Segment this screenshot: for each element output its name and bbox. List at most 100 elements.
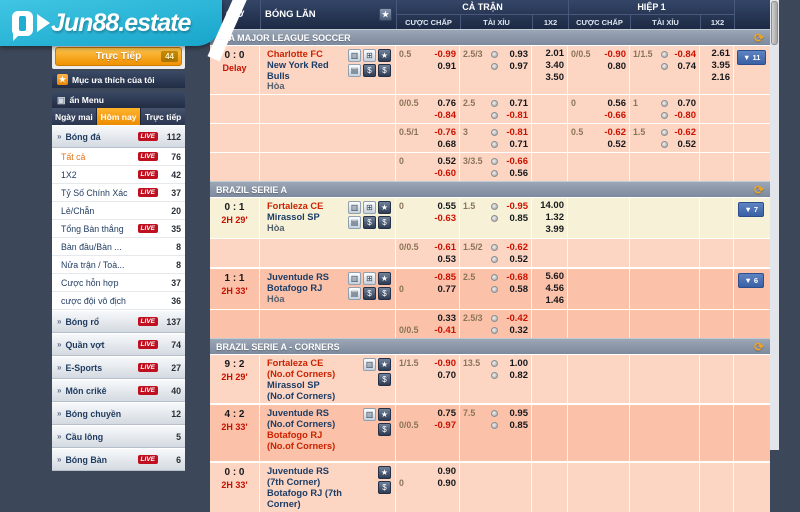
odds-value[interactable]: -0.81 [506,127,528,138]
odds-value[interactable]: 0.76 [438,98,457,109]
odds-value[interactable]: -0.60 [434,168,456,179]
star-icon[interactable]: ★ [378,358,391,372]
refresh-icon[interactable]: ⟳ [754,184,764,196]
odds-value[interactable]: -0.41 [434,325,456,336]
tab-hôm-nay[interactable]: Hôm nay [96,108,142,125]
odds-value[interactable]: -0.66 [506,156,528,167]
chart-icon[interactable]: ▤ [348,216,361,230]
sidebar-item[interactable]: cược đội vô địch 36 [52,292,185,310]
odds-value[interactable]: 0.71 [510,139,529,150]
star-icon[interactable]: ★ [378,466,391,480]
sidebar-item[interactable]: Bàn đầu/Bàn ... 8 [52,238,185,256]
odds-value[interactable]: 2.01 [535,48,565,60]
chart-icon[interactable]: ▤ [348,64,361,77]
sidebar-item[interactable]: » Bóng rổ LIVE 137 [52,310,185,333]
odds-value[interactable]: -0.99 [434,49,456,60]
odds-value[interactable]: 0.75 [438,408,457,419]
tv-icon[interactable]: ▥ [363,408,376,422]
odds-value[interactable]: 0.58 [510,284,529,295]
odds-value[interactable]: 0.70 [678,98,697,109]
odds-value[interactable]: -0.42 [506,313,528,324]
sidebar-item[interactable]: 1X2 LIVE 42 [52,166,185,184]
odds-value[interactable]: 14.00 [535,200,564,212]
odds-value[interactable]: 0.52 [678,139,697,150]
odds-value[interactable]: 1.00 [510,358,529,369]
scrollbar-thumb[interactable] [771,1,778,45]
favorites-bar[interactable]: ★ Mục ưa thích của tôi [52,71,185,88]
odds-value[interactable]: 0.93 [510,49,529,60]
odds-value[interactable]: -0.76 [434,127,456,138]
odds-value[interactable]: 3.40 [535,60,565,72]
odds-value[interactable]: 2.16 [703,72,731,84]
cash-icon[interactable]: $ [378,216,391,230]
odds-value[interactable]: 0.32 [510,325,529,336]
odds-value[interactable]: -0.80 [674,110,696,121]
odds-value[interactable]: 5.60 [535,271,565,283]
odds-value[interactable]: 0.80 [608,61,627,72]
cash-icon[interactable]: $ [378,287,391,301]
odds-value[interactable]: 0.52 [608,139,627,150]
odds-value[interactable]: 0.71 [510,98,529,109]
odds-value[interactable]: 0.56 [510,168,529,179]
star-icon[interactable]: ★ [378,201,391,215]
odds-value[interactable]: -0.68 [506,272,528,283]
grid-icon[interactable]: ⊞ [363,49,376,62]
tv-icon[interactable]: ▥ [363,358,376,372]
cash-icon[interactable]: $ [378,481,391,495]
odds-value[interactable]: 0.52 [438,156,457,167]
sidebar-item[interactable]: Nửa trận / Toà... 8 [52,256,185,274]
odds-value[interactable]: -0.62 [604,127,626,138]
odds-value[interactable]: 0.82 [510,370,529,381]
odds-value[interactable]: 0.95 [510,408,529,419]
sidebar-item[interactable]: » Quần vợt LIVE 74 [52,333,185,356]
live-now-button[interactable]: Trực Tiếp 44 [55,47,182,66]
sidebar-item[interactable]: Tỷ Số Chính Xác LIVE 37 [52,184,185,202]
sidebar-item[interactable]: Cược hỗn hợp 37 [52,274,185,292]
odds-value[interactable]: -0.84 [674,49,696,60]
odds-value[interactable]: -0.90 [604,49,626,60]
odds-value[interactable]: 0.68 [438,139,457,150]
odds-value[interactable]: -0.61 [434,242,456,253]
odds-value[interactable]: 0.56 [608,98,627,109]
tv-icon[interactable]: ▥ [348,201,361,215]
star-icon[interactable]: ★ [378,408,391,422]
sidebar-item[interactable]: » Bóng đá LIVE 112 [52,125,185,148]
logo-banner[interactable]: Jun88.estate [0,0,222,46]
tv-icon[interactable]: ▥ [348,272,361,286]
cash-icon[interactable]: $ [378,64,391,77]
sidebar-item[interactable]: Lẻ/Chẵn 20 [52,202,185,220]
odds-value[interactable]: 0.85 [510,213,529,224]
odds-value[interactable]: 0.90 [438,466,457,477]
odds-value[interactable]: -0.85 [434,272,456,283]
refresh-icon[interactable]: ⟳ [754,341,764,353]
sidebar-item[interactable]: » Cầu lông 5 [52,425,185,448]
odds-value[interactable]: 0.90 [438,478,457,489]
tab-trực-tiếp[interactable]: Trực tiếp [141,108,186,125]
favorites-column-star-icon[interactable]: ★ [379,8,392,21]
odds-value[interactable]: 0.55 [438,201,457,212]
cash-icon[interactable]: $ [363,64,376,77]
odds-value[interactable]: -0.84 [434,110,456,121]
odds-value[interactable]: 0.77 [438,284,457,295]
sidebar-item[interactable]: » E-Sports LIVE 27 [52,356,185,379]
odds-value[interactable]: 0.53 [438,254,457,265]
odds-value[interactable]: -0.90 [434,358,456,369]
tv-icon[interactable]: ▥ [348,49,361,62]
more-bets-button[interactable]: ▼ 11 [737,50,767,65]
cash-icon[interactable]: $ [378,423,391,437]
chart-icon[interactable]: ▤ [348,287,361,301]
odds-value[interactable]: 3.95 [703,60,731,72]
cash-icon[interactable]: $ [363,216,376,230]
odds-value[interactable]: -0.62 [506,242,528,253]
more-bets-button[interactable]: ▼ 7 [738,202,764,218]
odds-value[interactable]: 0.74 [678,61,697,72]
odds-value[interactable]: -0.66 [604,110,626,121]
odds-value[interactable]: 0.70 [438,370,457,381]
odds-value[interactable]: 1.32 [535,212,565,224]
star-icon[interactable]: ★ [378,49,391,62]
refresh-icon[interactable]: ⟳ [754,32,764,44]
odds-value[interactable]: 0.85 [510,420,529,431]
odds-value[interactable]: 3.99 [535,224,565,236]
odds-value[interactable]: 2.61 [703,48,731,60]
odds-value[interactable]: 0.97 [510,61,529,72]
